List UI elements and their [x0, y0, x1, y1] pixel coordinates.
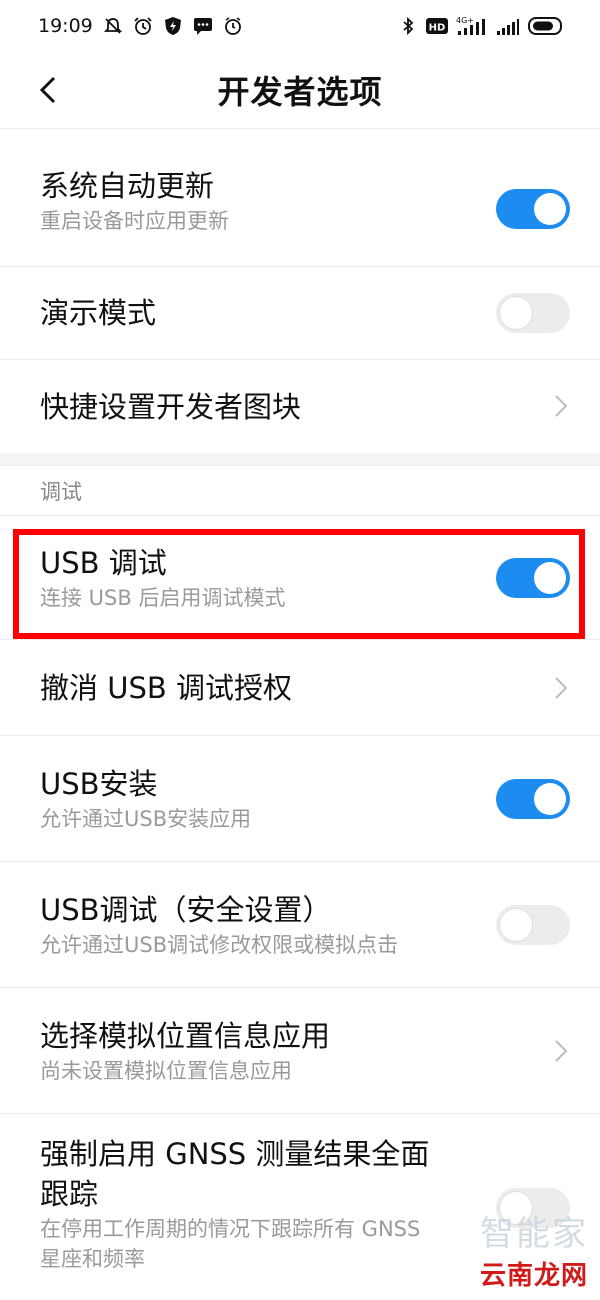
page-title: 开发者选项 — [217, 73, 383, 111]
back-arrow-icon[interactable] — [30, 70, 70, 110]
usb-install-toggle[interactable] — [496, 779, 570, 819]
chevron-right-icon[interactable] — [552, 392, 570, 420]
setting-subtitle: 重启设备时应用更新 — [40, 208, 229, 233]
battery-icon — [528, 17, 562, 35]
toggle-knob — [534, 193, 566, 225]
setting-subtitle: 允许通过USB调试修改权限或模拟点击 — [40, 932, 399, 957]
chevron-right-icon[interactable] — [552, 1037, 570, 1065]
setting-title: USB 调试 — [40, 545, 167, 580]
silent-notification-icon — [103, 18, 122, 34]
setting-subtitle: 连接 USB 后启用调试模式 — [40, 585, 286, 610]
setting-title: 强制启用 GNSS 测量结果全面跟踪 — [40, 1137, 430, 1211]
setting-usb-debugging[interactable]: USB 调试 连接 USB 后启用调试模式 — [0, 516, 600, 640]
watermark-bottom: 云南龙网 — [479, 1261, 588, 1291]
hd-icon: HD — [426, 18, 448, 34]
status-right: HD 4G+ — [398, 15, 564, 37]
setting-system-auto-update[interactable]: 系统自动更新 重启设备时应用更新 — [0, 135, 600, 267]
section-gap — [0, 453, 600, 466]
settings-list: 系统自动更新 重启设备时应用更新 演示模式 快捷设置开发者图块 调试 USB 调… — [0, 128, 600, 1294]
usb-debugging-security-toggle[interactable] — [496, 905, 570, 945]
setting-usb-install[interactable]: USB安装 允许通过USB安装应用 — [0, 736, 600, 862]
alarm-icon — [134, 17, 152, 35]
setting-revoke-usb-authorizations[interactable]: 撤消 USB 调试授权 — [0, 640, 600, 736]
watermark-top: 智能家 — [480, 1214, 588, 1254]
setting-title: USB调试（安全设置） — [40, 892, 332, 927]
setting-subtitle: 允许通过USB安装应用 — [40, 806, 252, 831]
header: 开发者选项 — [0, 52, 600, 128]
setting-mock-location-app[interactable]: 选择模拟位置信息应用 尚未设置模拟位置信息应用 — [0, 988, 600, 1114]
status-left: 19:09 — [38, 15, 243, 37]
signal-4g-icon: 4G+ — [456, 16, 485, 35]
chevron-right-icon[interactable] — [552, 674, 570, 702]
status-bar: 19:09 HD 4G+ — [0, 0, 600, 52]
setting-subtitle: 在停用工作周期的情况下跟踪所有 GNSS 星座和频率 — [40, 1217, 421, 1271]
setting-title: 快捷设置开发者图块 — [40, 389, 302, 424]
setting-demo-mode[interactable]: 演示模式 — [0, 267, 600, 360]
clock-icon — [224, 17, 241, 35]
setting-title: USB安装 — [40, 766, 158, 801]
hd-label: HD — [429, 23, 446, 34]
signal-icon — [497, 19, 519, 35]
status-time: 19:09 — [38, 15, 93, 37]
toggle-knob — [500, 297, 532, 329]
watermark: 智能家 云南龙网 — [480, 1206, 588, 1292]
system-auto-update-toggle[interactable] — [496, 189, 570, 229]
demo-mode-toggle[interactable] — [496, 293, 570, 333]
toggle-knob — [534, 562, 566, 594]
setting-title: 系统自动更新 — [40, 168, 215, 203]
message-icon — [193, 18, 212, 35]
toggle-knob — [534, 783, 566, 815]
top-divider — [0, 128, 600, 135]
section-header-debug: 调试 — [0, 466, 600, 516]
setting-title: 演示模式 — [40, 296, 157, 330]
network-label: 4G+ — [456, 16, 474, 25]
shield-icon — [164, 17, 181, 35]
usb-debugging-toggle[interactable] — [496, 558, 570, 598]
setting-usb-debugging-security[interactable]: USB调试（安全设置） 允许通过USB调试修改权限或模拟点击 — [0, 862, 600, 988]
setting-quick-settings-tiles[interactable]: 快捷设置开发者图块 — [0, 360, 600, 453]
setting-title: 选择模拟位置信息应用 — [40, 1018, 331, 1053]
toggle-knob — [500, 909, 532, 941]
bluetooth-icon — [403, 16, 414, 36]
setting-subtitle: 尚未设置模拟位置信息应用 — [40, 1058, 292, 1083]
setting-title: 撤消 USB 调试授权 — [40, 670, 292, 705]
